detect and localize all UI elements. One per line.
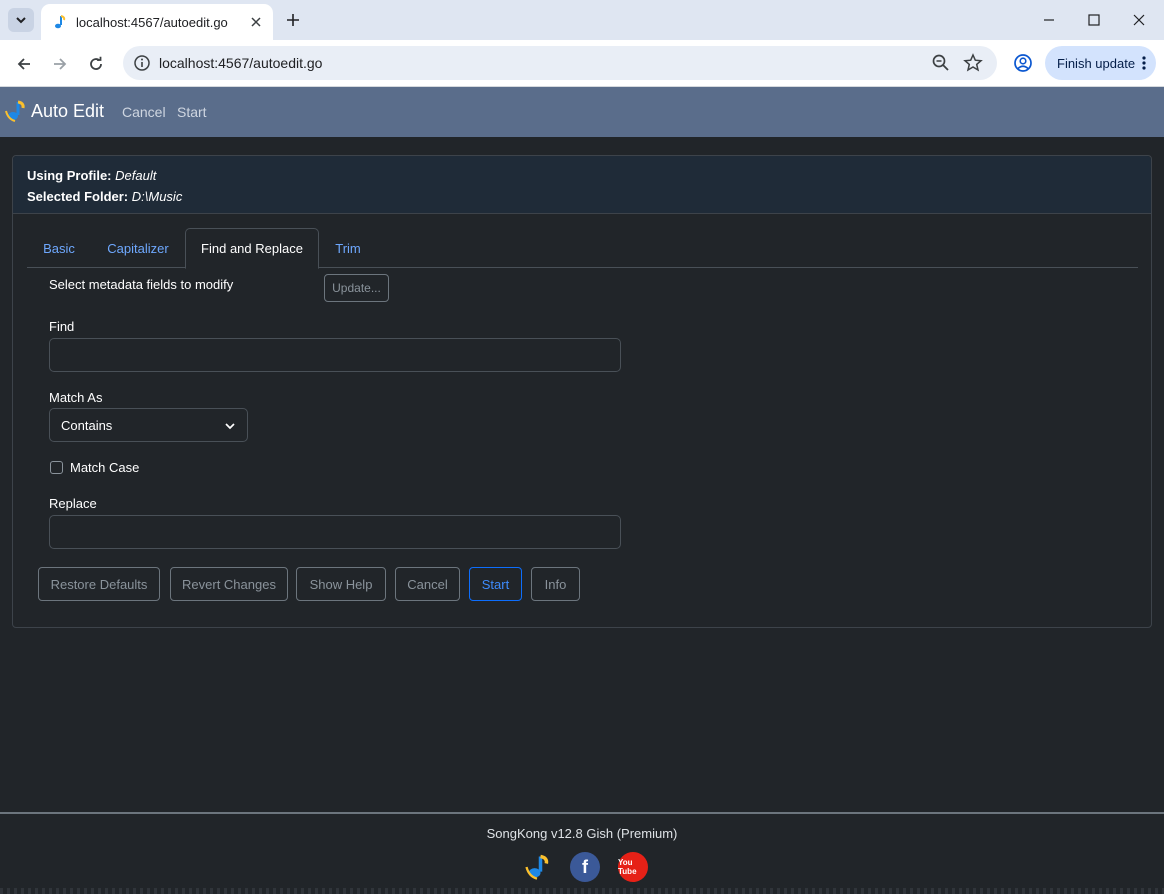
maximize-icon	[1088, 14, 1100, 26]
songkong-link[interactable]	[522, 852, 552, 882]
finish-update-label: Finish update	[1057, 55, 1136, 71]
browser-toolbar: localhost:4567/autoedit.go Finish update	[0, 40, 1164, 87]
songkong-logo-icon	[3, 99, 27, 123]
profile-value: Default	[115, 168, 157, 183]
footer-version: SongKong v12.8 Gish (Premium)	[486, 826, 678, 841]
tab-basic[interactable]: Basic	[27, 228, 91, 268]
url-text[interactable]: localhost:4567/autoedit.go	[159, 55, 322, 71]
music-note-icon	[51, 14, 67, 30]
chevron-down-icon	[224, 420, 236, 432]
browser-tab[interactable]: localhost:4567/autoedit.go	[41, 4, 273, 40]
arrow-right-icon	[54, 58, 67, 70]
replace-label: Replace	[49, 496, 97, 511]
maximize-button[interactable]	[1071, 0, 1117, 40]
close-icon[interactable]	[245, 11, 267, 33]
info-icon[interactable]	[133, 54, 151, 72]
tab-bar: Basic Capitalizer Find and Replace Trim	[27, 228, 1138, 269]
folder-label: Selected Folder:	[27, 189, 129, 204]
app-navbar: Auto Edit Cancel Start	[0, 87, 1164, 137]
new-tab-button[interactable]	[281, 8, 305, 32]
chevron-down-icon	[16, 17, 26, 24]
minimize-button[interactable]	[1026, 0, 1072, 40]
profile-icon	[1014, 54, 1032, 72]
revert-changes-button[interactable]: Revert Changes	[170, 567, 288, 601]
address-bar[interactable]: localhost:4567/autoedit.go	[123, 46, 997, 80]
browser-tabstrip: localhost:4567/autoedit.go	[0, 0, 1164, 40]
find-label: Find	[49, 319, 75, 334]
select-fields-label: Select metadata fields to modify	[49, 277, 234, 292]
match-as-label: Match As	[49, 390, 103, 405]
restore-defaults-button[interactable]: Restore Defaults	[38, 567, 160, 601]
youtube-link[interactable]: You Tube	[618, 852, 648, 882]
replace-input[interactable]	[49, 515, 621, 549]
tab-title: localhost:4567/autoedit.go	[76, 14, 228, 30]
star-icon[interactable]	[963, 53, 983, 73]
start-button[interactable]: Start	[469, 567, 522, 601]
close-window-button[interactable]	[1116, 0, 1162, 40]
update-fields-button[interactable]: Update...	[324, 274, 389, 302]
zoom-icon[interactable]	[931, 53, 951, 73]
brand[interactable]: Auto Edit	[3, 99, 104, 123]
footer-divider	[0, 812, 1164, 814]
folder-value: D:\Music	[131, 189, 183, 204]
info-button[interactable]: Info	[531, 567, 580, 601]
match-as-value: Contains	[61, 417, 113, 433]
plus-icon	[287, 14, 299, 26]
minimize-icon	[1044, 19, 1054, 21]
match-as-select[interactable]: Contains	[49, 408, 248, 442]
match-case-checkbox[interactable]	[50, 461, 63, 474]
nav-cancel-link[interactable]: Cancel	[122, 104, 166, 120]
profile-label: Using Profile:	[27, 168, 112, 183]
finish-update-button[interactable]: Finish update	[1045, 46, 1156, 80]
tab-find-and-replace[interactable]: Find and Replace	[185, 228, 319, 269]
folder-line: Selected Folder: D:\Music	[27, 186, 1151, 207]
youtube-icon: You Tube	[618, 858, 637, 876]
footer-strip	[0, 888, 1164, 894]
brand-title: Auto Edit	[31, 100, 105, 121]
match-case-label[interactable]: Match Case	[70, 460, 139, 475]
cancel-button[interactable]: Cancel	[395, 567, 460, 601]
facebook-link[interactable]: f	[570, 852, 600, 882]
find-input[interactable]	[49, 338, 621, 372]
arrow-left-icon	[17, 58, 30, 70]
profile-line: Using Profile: Default	[27, 165, 1151, 186]
facebook-icon: f	[582, 856, 588, 877]
card-header: Using Profile: Default Selected Folder: …	[13, 156, 1151, 214]
tab-search-button[interactable]	[8, 8, 34, 32]
tab-capitalizer[interactable]: Capitalizer	[93, 228, 183, 268]
forward-button[interactable]	[46, 50, 74, 78]
reload-icon	[90, 56, 102, 70]
vertical-dots-icon	[1142, 55, 1146, 71]
nav-start-link[interactable]: Start	[177, 104, 207, 120]
tab-trim[interactable]: Trim	[321, 228, 375, 268]
songkong-logo-icon	[525, 854, 549, 880]
show-help-button[interactable]: Show Help	[296, 567, 386, 601]
auto-edit-card: Using Profile: Default Selected Folder: …	[12, 155, 1152, 628]
reload-button[interactable]	[82, 50, 110, 78]
profile-button[interactable]	[1010, 50, 1036, 76]
close-icon	[1133, 14, 1145, 26]
back-button[interactable]	[10, 50, 38, 78]
